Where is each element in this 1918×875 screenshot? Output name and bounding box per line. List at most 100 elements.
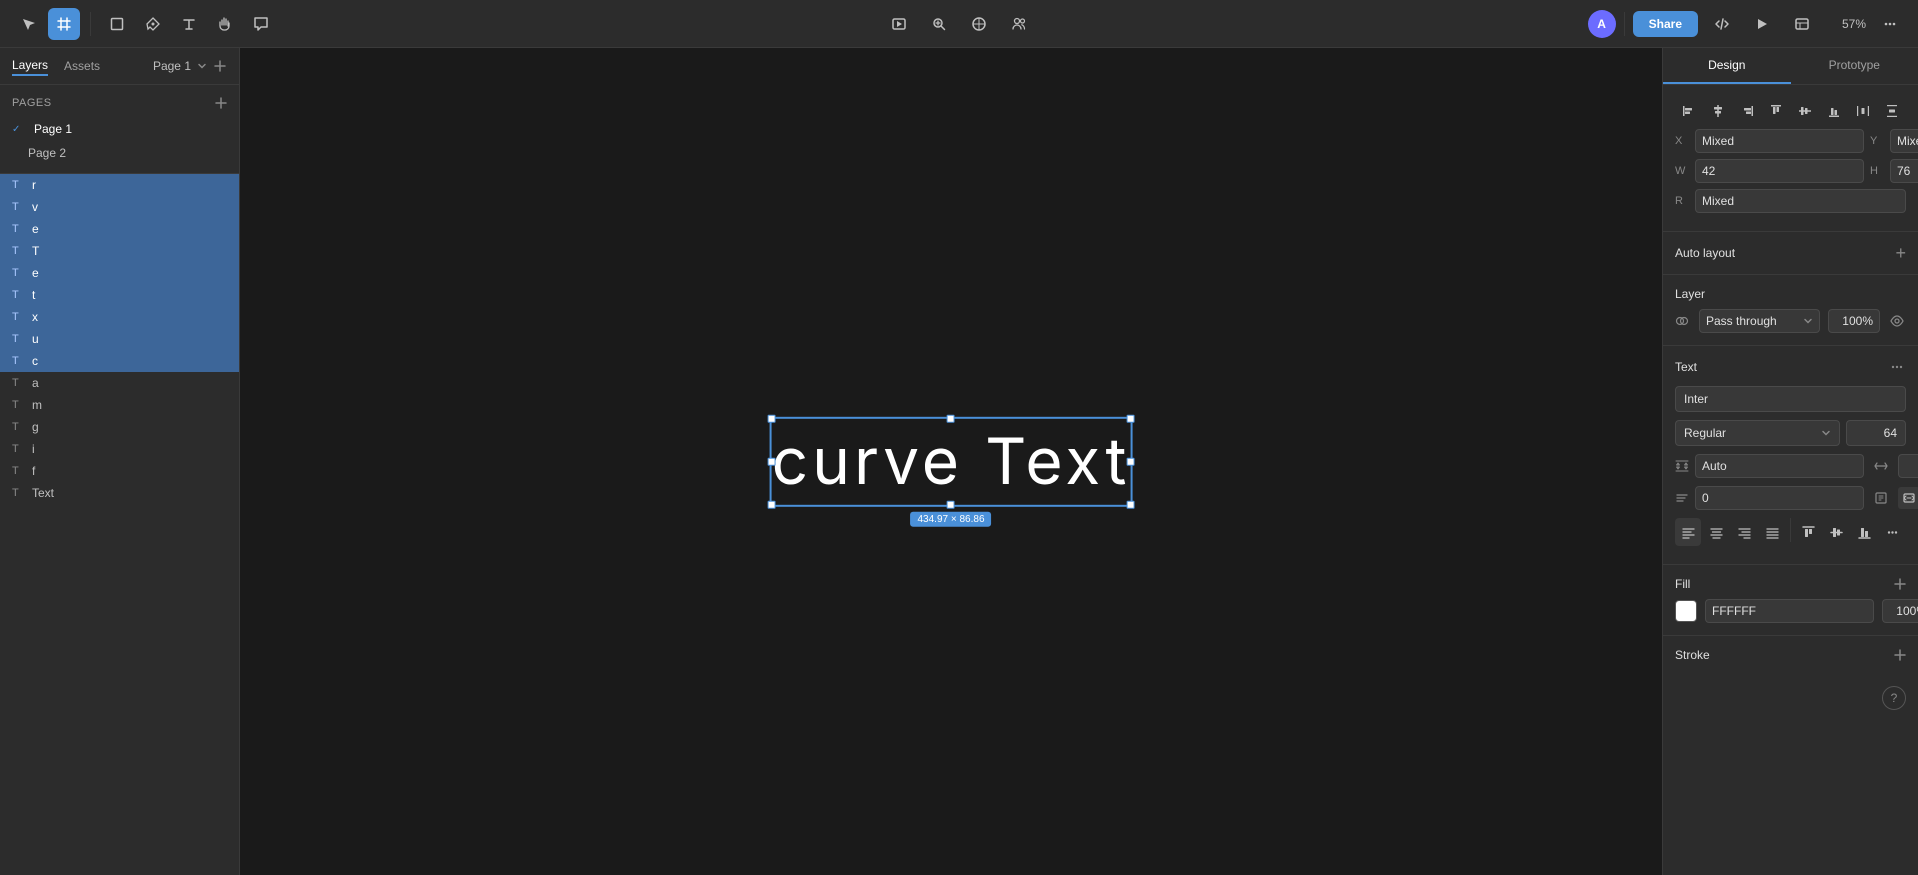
layer-item-x[interactable]: T x bbox=[0, 306, 239, 328]
layer-item-m[interactable]: T m bbox=[0, 394, 239, 416]
layers-tab[interactable]: Layers bbox=[12, 56, 48, 76]
text-align-right-button[interactable] bbox=[1732, 518, 1758, 546]
layer-item-e1[interactable]: T e bbox=[0, 218, 239, 240]
design-tab[interactable]: Design bbox=[1663, 48, 1791, 84]
move-tool-button[interactable] bbox=[12, 8, 44, 40]
add-page-icon[interactable] bbox=[215, 97, 227, 109]
y-input[interactable] bbox=[1890, 129, 1918, 153]
add-fill-button[interactable] bbox=[1894, 578, 1906, 590]
page-1-label: Page 1 bbox=[34, 122, 72, 136]
x-input[interactable] bbox=[1695, 129, 1864, 153]
text-more-options-button[interactable] bbox=[1880, 518, 1906, 546]
layer-item-f[interactable]: T f bbox=[0, 460, 239, 482]
fill-section: Fill − bbox=[1663, 565, 1918, 636]
layer-type-icon-e2: T bbox=[12, 267, 26, 279]
layer-item-v[interactable]: T v bbox=[0, 196, 239, 218]
layer-label-x: x bbox=[32, 310, 38, 324]
text-align-row bbox=[1675, 518, 1906, 546]
zoom-level[interactable]: 57% bbox=[1826, 17, 1866, 31]
distribute-h-button[interactable] bbox=[1850, 97, 1877, 125]
text-valign-top-button[interactable] bbox=[1795, 518, 1821, 546]
text-more-button[interactable] bbox=[1888, 358, 1906, 376]
layer-item-c[interactable]: T c bbox=[0, 350, 239, 372]
align-middle-button[interactable] bbox=[1792, 97, 1819, 125]
canvas-area[interactable]: curve Text 434.97 × 86.86 bbox=[240, 48, 1662, 875]
opacity-input[interactable] bbox=[1828, 309, 1880, 333]
font-family-input[interactable] bbox=[1675, 386, 1906, 412]
more-menu-button[interactable] bbox=[1874, 8, 1906, 40]
right-panel: Design Prototype bbox=[1662, 48, 1918, 875]
pen-tool-button[interactable] bbox=[137, 8, 169, 40]
align-left-button[interactable] bbox=[1675, 97, 1702, 125]
assets-tab[interactable]: Assets bbox=[64, 57, 100, 75]
add-auto-layout-button[interactable]: + bbox=[1895, 244, 1906, 262]
text-section-icons bbox=[1888, 358, 1906, 376]
layer-label-c: c bbox=[32, 354, 38, 368]
layer-item-u[interactable]: T u bbox=[0, 328, 239, 350]
layer-item-T[interactable]: T T bbox=[0, 240, 239, 262]
layer-item-r[interactable]: T r bbox=[0, 174, 239, 196]
h-input[interactable] bbox=[1890, 159, 1918, 183]
fill-label: Fill bbox=[1675, 577, 1690, 591]
w-input[interactable] bbox=[1695, 159, 1864, 183]
letter-spacing-input[interactable] bbox=[1898, 454, 1918, 478]
frame-tool-button[interactable] bbox=[48, 8, 80, 40]
fill-hex-input[interactable] bbox=[1705, 599, 1874, 623]
font-style-select[interactable]: Regular bbox=[1675, 420, 1840, 446]
hand-tool-button[interactable] bbox=[209, 8, 241, 40]
avatar[interactable]: A bbox=[1588, 10, 1616, 38]
layer-item-Text[interactable]: T Text bbox=[0, 482, 239, 504]
text-align-justify-button[interactable] bbox=[1760, 518, 1786, 546]
layer-item-g[interactable]: T g bbox=[0, 416, 239, 438]
library-button[interactable] bbox=[1786, 8, 1818, 40]
layer-item-e2[interactable]: T e bbox=[0, 262, 239, 284]
text-element[interactable]: curve Text 434.97 × 86.86 bbox=[772, 418, 1131, 504]
layer-item-t[interactable]: T t bbox=[0, 284, 239, 306]
add-page-button[interactable] bbox=[213, 59, 227, 73]
help-button[interactable]: ? bbox=[1882, 686, 1906, 710]
align-center-h-button[interactable] bbox=[1704, 97, 1731, 125]
font-size-input[interactable] bbox=[1846, 420, 1906, 446]
style-button[interactable] bbox=[963, 8, 995, 40]
text-tool-button[interactable] bbox=[173, 8, 205, 40]
blend-mode-select[interactable]: Pass through bbox=[1699, 309, 1820, 333]
add-stroke-button[interactable] bbox=[1894, 649, 1906, 661]
comment-tool-button[interactable] bbox=[245, 8, 277, 40]
distribute-v-button[interactable] bbox=[1879, 97, 1906, 125]
fill-color-swatch[interactable] bbox=[1675, 600, 1697, 622]
align-right-button[interactable] bbox=[1733, 97, 1760, 125]
multiplayer-button[interactable] bbox=[1003, 8, 1035, 40]
font-style-chevron bbox=[1821, 428, 1831, 438]
zoom-content-button[interactable] bbox=[923, 8, 955, 40]
text-auto-width-button[interactable] bbox=[1898, 487, 1918, 509]
page-selector-label[interactable]: Page 1 bbox=[153, 59, 191, 73]
preview-button[interactable] bbox=[883, 8, 915, 40]
toolbar-left-group bbox=[12, 8, 277, 40]
page-selector-chevron[interactable] bbox=[197, 61, 207, 71]
page-1-item[interactable]: ✓ Page 1 bbox=[0, 117, 239, 141]
shape-tool-button[interactable] bbox=[101, 8, 133, 40]
layer-item-a[interactable]: T a bbox=[0, 372, 239, 394]
text-align-left-button[interactable] bbox=[1675, 518, 1701, 546]
prototype-tab[interactable]: Prototype bbox=[1791, 48, 1918, 84]
text-valign-bottom-button[interactable] bbox=[1851, 518, 1877, 546]
r-input[interactable] bbox=[1695, 189, 1906, 213]
align-top-button[interactable] bbox=[1762, 97, 1789, 125]
visibility-toggle[interactable] bbox=[1888, 312, 1906, 330]
page-2-item[interactable]: Page 2 bbox=[0, 141, 239, 165]
paragraph-spacing-input[interactable] bbox=[1695, 486, 1864, 510]
line-height-input[interactable] bbox=[1695, 454, 1864, 478]
auto-layout-label: Auto layout bbox=[1675, 246, 1735, 260]
fill-opacity-input[interactable] bbox=[1882, 599, 1918, 623]
share-button[interactable]: Share bbox=[1633, 11, 1698, 37]
layer-item-i[interactable]: T i bbox=[0, 438, 239, 460]
r-label: R bbox=[1675, 195, 1689, 207]
w-label: W bbox=[1675, 165, 1689, 177]
toolbar-center-group bbox=[883, 8, 1035, 40]
align-bottom-button[interactable] bbox=[1821, 97, 1848, 125]
prototype-play-button[interactable] bbox=[1746, 8, 1778, 40]
text-align-center-button[interactable] bbox=[1703, 518, 1729, 546]
text-valign-middle-button[interactable] bbox=[1823, 518, 1849, 546]
code-button[interactable] bbox=[1706, 8, 1738, 40]
layer-type-icon-u: T bbox=[12, 333, 26, 345]
